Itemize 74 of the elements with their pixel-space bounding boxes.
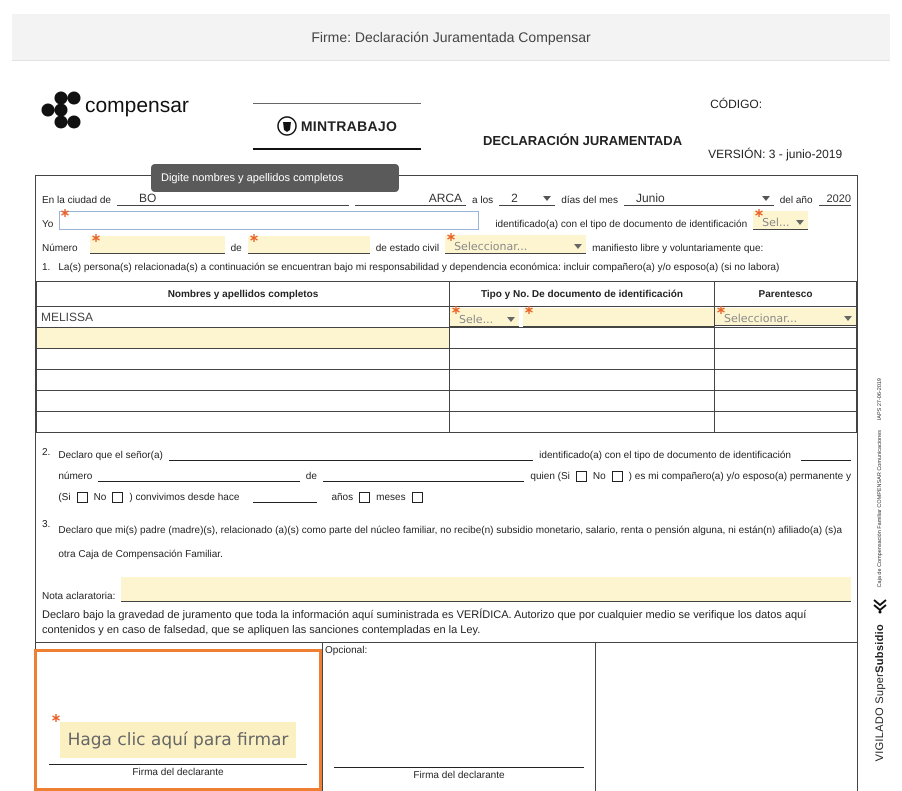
field-label: de: [230, 243, 242, 254]
item-text: de: [306, 471, 317, 482]
field-label: En la ciudad de: [42, 195, 111, 206]
item-text: ) convivimos desde hace: [129, 492, 240, 503]
checkbox[interactable]: [76, 492, 88, 503]
field-label: Yo: [42, 219, 54, 230]
header-title: Firme: Declaración Juramentada Compensar: [311, 29, 591, 45]
city-field[interactable]: BO: [116, 189, 350, 206]
declaration-text: Declaro bajo la gravedad de juramento que toda la información aquí suministrada es VERÍDICA. Autorizo que por cualquier medio se verifique los datos aquí contenidos y en caso de falsedad, que se apliquen las sanciones contempladas en la Ley.: [42, 608, 808, 638]
signature-caption: Firma del declarante: [49, 764, 307, 788]
field-label: a los: [472, 195, 494, 206]
note-input[interactable]: [121, 577, 851, 602]
item-text: Declaro que el señor(a): [58, 450, 163, 461]
checkbox[interactable]: [412, 492, 423, 503]
number-input[interactable]: [90, 236, 225, 254]
item-text: (Si: [58, 492, 71, 503]
caret-icon: [543, 196, 552, 201]
signature-panel[interactable]: Haga clic aquí para firmar Firma del declarante: [34, 649, 322, 791]
checkbox[interactable]: [612, 471, 623, 482]
document-title: DECLARACIÓN JURAMENTADA: [483, 133, 682, 148]
field-label: identificado(a) con el tipo de documento de identificación: [495, 219, 748, 230]
field-label: de estado civil: [376, 243, 440, 254]
version-label: VERSIÓN: 3 - junio-2019: [708, 147, 842, 161]
field-label: del año: [780, 195, 813, 206]
item-text: meses: [376, 492, 406, 503]
table-cell[interactable]: [36, 348, 450, 370]
column-header: Nombres y apellidos completos: [36, 282, 450, 306]
caret-icon: [574, 244, 582, 249]
table-cell[interactable]: [36, 390, 450, 412]
item-text: años: [331, 492, 354, 503]
field-label: Nota aclaratoria:: [42, 591, 116, 602]
field-label: días del mes: [561, 195, 618, 206]
item-text: identificado(a) con el tipo de documento de identificación: [539, 450, 791, 461]
checkbox[interactable]: [576, 471, 587, 482]
item-text: quien (Si: [530, 471, 570, 482]
code-label: CÓDIGO:: [710, 97, 762, 111]
place-input[interactable]: [248, 236, 370, 254]
item-text: No: [592, 471, 606, 482]
item-number: 3.: [42, 519, 50, 532]
table-cell[interactable]: [36, 412, 450, 432]
month-dropdown[interactable]: Junio: [624, 189, 774, 206]
document-number-field[interactable]: [523, 308, 714, 326]
item-text: ) es mi compañero(a) y/o esposo(a) permanente y: [628, 471, 851, 482]
field-label: manifiesto libre y voluntariamente que:: [592, 243, 764, 254]
emblem-icon: [276, 116, 297, 136]
tooltip: Digite nombres y apellidos completos: [151, 164, 399, 192]
department-field[interactable]: ARCA: [355, 189, 466, 206]
field-label: Número: [42, 243, 78, 254]
checkbox[interactable]: [112, 492, 124, 503]
column-header: Tipo y No. De documento de identificación: [450, 282, 714, 306]
item-number: 1.: [42, 262, 50, 273]
day-dropdown[interactable]: 2: [499, 189, 556, 206]
supervision-mark: VIGILADO SuperSubsidio: [874, 624, 886, 761]
name-input[interactable]: [59, 211, 480, 230]
optional-label: Opcional:: [325, 645, 368, 656]
item-number: 2.: [42, 447, 50, 460]
caret-icon: [507, 316, 515, 322]
item-text: Declaro que mi(s) padre (madre)(s), relacionado (a)(s) como parte del núcleo familiar, no recibe(n) subsidio monetario, salario, renta o pensión alguna, ni están(n) afiliado(a) (s)a otra Caja de Compensación Familiar.: [58, 524, 844, 562]
item-text: número: [58, 471, 92, 482]
table-cell[interactable]: [36, 328, 450, 348]
checkbox[interactable]: [359, 492, 370, 503]
brand-name: compensar: [85, 94, 189, 118]
table-cell[interactable]: [36, 370, 450, 390]
item-text: No: [94, 492, 106, 503]
year-field[interactable]: 2020: [818, 189, 851, 206]
caret-icon: [796, 220, 804, 225]
ministry-name: MINTRABAJO: [300, 118, 398, 134]
item-text: La(s) persona(s) relacionada(s) a continuación se encuentran bajo mi responsabilidad y dependencia económica: incluir compañero(a) y/o esposo(a) (si no labora): [58, 262, 780, 273]
sign-button[interactable]: Haga clic aquí para firmar: [60, 722, 296, 758]
caret-icon: [762, 196, 770, 201]
column-header: Parentesco: [714, 282, 856, 306]
logo-icon: [40, 91, 82, 129]
caret-icon: [844, 316, 852, 321]
signature-caption: Firma del declarante: [334, 767, 584, 791]
